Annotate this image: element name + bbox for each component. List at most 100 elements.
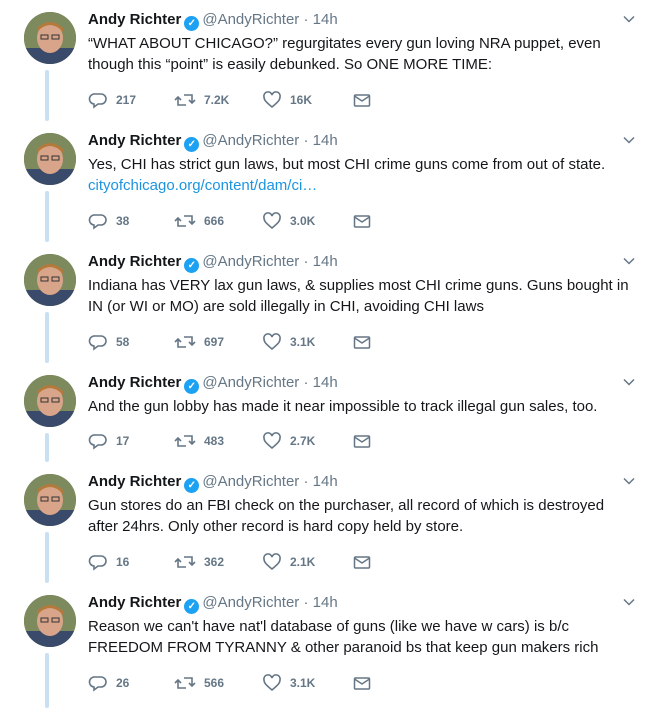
tweet-link[interactable]: cityofchicago.org/content/dam/ci… [88, 177, 317, 194]
author-handle[interactable]: @AndyRichter [202, 11, 299, 28]
retweet-icon [174, 90, 196, 110]
chevron-down-icon[interactable] [622, 12, 636, 26]
dm-button[interactable] [353, 673, 371, 693]
retweet-icon [174, 332, 196, 352]
author-name[interactable]: Andy Richter [88, 253, 181, 270]
dm-button[interactable] [353, 211, 371, 231]
reply-button[interactable]: 217 [88, 90, 136, 110]
chevron-down-icon[interactable] [622, 254, 636, 268]
thread-connector [45, 532, 49, 583]
reply-icon [88, 431, 108, 451]
envelope-icon [353, 431, 371, 451]
separator-dot: · [303, 253, 309, 270]
avatar[interactable] [24, 474, 76, 526]
envelope-icon [353, 552, 371, 572]
retweet-count: 666 [204, 214, 225, 228]
verified-badge-icon: ✓ [184, 379, 200, 394]
chevron-down-icon[interactable] [622, 595, 636, 609]
dm-button[interactable] [353, 332, 371, 352]
retweet-button[interactable]: 566 [174, 673, 224, 693]
reply-button[interactable]: 17 [88, 431, 129, 451]
avatar[interactable] [24, 595, 76, 647]
tweet-text: Indiana has VERY lax gun laws, & supplie… [88, 275, 638, 317]
tweet-header: Andy Richter ✓ @AndyRichter · 14h [88, 11, 338, 31]
dm-button[interactable] [353, 90, 371, 110]
tweet-header: Andy Richter ✓ @AndyRichter · 14h [88, 473, 338, 493]
tweet[interactable]: Andy Richter ✓ @AndyRichter · 14h Reason w… [0, 583, 657, 708]
dm-button[interactable] [353, 552, 371, 572]
author-name[interactable]: Andy Richter [88, 11, 181, 28]
chevron-down-icon[interactable] [622, 133, 636, 147]
reply-icon [88, 552, 108, 572]
author-name[interactable]: Andy Richter [88, 473, 181, 490]
timestamp[interactable]: 14h [313, 11, 338, 28]
dm-button[interactable] [353, 431, 371, 451]
retweet-count: 697 [204, 335, 225, 349]
author-name[interactable]: Andy Richter [88, 374, 181, 391]
author-handle[interactable]: @AndyRichter [202, 132, 299, 149]
reply-count: 16 [116, 555, 130, 569]
reply-button[interactable]: 26 [88, 673, 129, 693]
author-handle[interactable]: @AndyRichter [202, 473, 299, 490]
like-button[interactable]: 2.1K [262, 552, 315, 572]
tweet[interactable]: Andy Richter ✓ @AndyRichter · 14h Gun stor… [0, 462, 657, 583]
tweet-header: Andy Richter ✓ @AndyRichter · 14h [88, 253, 338, 273]
reply-button[interactable]: 38 [88, 211, 129, 231]
author-handle[interactable]: @AndyRichter [202, 374, 299, 391]
separator-dot: · [303, 473, 309, 490]
reply-icon [88, 211, 108, 231]
like-count: 2.7K [290, 434, 316, 448]
retweet-button[interactable]: 7.2K [174, 90, 229, 110]
like-count: 3.1K [290, 676, 316, 690]
tweet-text: Reason we can't have nat'l database of g… [88, 616, 638, 658]
avatar[interactable] [24, 12, 76, 64]
timestamp[interactable]: 14h [313, 132, 338, 149]
timestamp[interactable]: 14h [313, 374, 338, 391]
like-button[interactable]: 3.0K [262, 211, 315, 231]
reply-count: 26 [116, 676, 130, 690]
author-handle[interactable]: @AndyRichter [202, 253, 299, 270]
heart-icon [262, 332, 282, 352]
verified-badge-icon: ✓ [184, 258, 200, 273]
heart-icon [262, 211, 282, 231]
avatar[interactable] [24, 375, 76, 427]
chevron-down-icon[interactable] [622, 474, 636, 488]
tweet[interactable]: Andy Richter ✓ @AndyRichter · 14h “WHAT AB… [0, 0, 657, 121]
tweet[interactable]: Andy Richter ✓ @AndyRichter · 14h Yes, CHI… [0, 121, 657, 242]
reply-count: 217 [116, 93, 137, 107]
tweet[interactable]: Andy Richter ✓ @AndyRichter · 14h Indiana … [0, 242, 657, 363]
retweet-button[interactable]: 362 [174, 552, 224, 572]
tweet[interactable]: Andy Richter ✓ @AndyRichter · 14h And the … [0, 363, 657, 462]
timestamp[interactable]: 14h [313, 594, 338, 611]
chevron-down-icon[interactable] [622, 375, 636, 389]
envelope-icon [353, 673, 371, 693]
tweet-body: Indiana has VERY lax gun laws, & supplie… [88, 277, 629, 315]
reply-icon [88, 673, 108, 693]
timestamp[interactable]: 14h [313, 253, 338, 270]
separator-dot: · [303, 132, 309, 149]
reply-count: 17 [116, 434, 130, 448]
like-button[interactable]: 3.1K [262, 332, 315, 352]
like-button[interactable]: 3.1K [262, 673, 315, 693]
reply-count: 58 [116, 335, 130, 349]
retweet-button[interactable]: 483 [174, 431, 224, 451]
reply-button[interactable]: 16 [88, 552, 129, 572]
thread-connector [45, 433, 49, 462]
tweet-body: And the gun lobby has made it near impos… [88, 398, 598, 415]
thread-connector [45, 653, 49, 708]
like-button[interactable]: 2.7K [262, 431, 315, 451]
avatar[interactable] [24, 133, 76, 185]
retweet-button[interactable]: 697 [174, 332, 224, 352]
tweet-header: Andy Richter ✓ @AndyRichter · 14h [88, 374, 338, 394]
reply-button[interactable]: 58 [88, 332, 129, 352]
like-button[interactable]: 16K [262, 90, 312, 110]
retweet-button[interactable]: 666 [174, 211, 224, 231]
avatar[interactable] [24, 254, 76, 306]
author-handle[interactable]: @AndyRichter [202, 594, 299, 611]
retweet-icon [174, 673, 196, 693]
timestamp[interactable]: 14h [313, 473, 338, 490]
heart-icon [262, 552, 282, 572]
thread-connector [45, 312, 49, 363]
author-name[interactable]: Andy Richter [88, 594, 181, 611]
author-name[interactable]: Andy Richter [88, 132, 181, 149]
